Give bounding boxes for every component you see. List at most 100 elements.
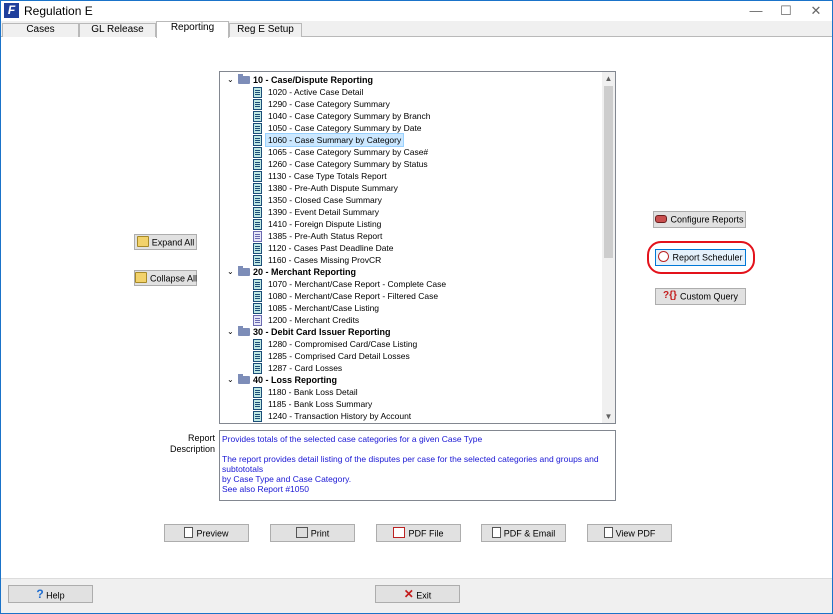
report-icon	[253, 147, 262, 158]
scroll-thumb[interactable]	[604, 86, 613, 258]
tree-item-label: 1350 - Closed Case Summary	[268, 195, 382, 205]
view-pdf-button[interactable]: View PDF	[587, 524, 672, 542]
clock-icon	[658, 251, 670, 263]
tree-item-label: 1060 - Case Summary by Category	[264, 133, 405, 147]
tree-item-label: 1160 - Cases Missing ProvCR	[268, 255, 382, 265]
report-icon	[253, 159, 262, 170]
tree-item[interactable]: 1280 - Compromised Card/Case Listing	[220, 338, 603, 350]
exit-button[interactable]: ✕ Exit	[375, 585, 460, 603]
custom-query-button[interactable]: ?{} Custom Query	[655, 288, 746, 305]
print-label: Print	[310, 528, 330, 539]
tab-reg-e-setup[interactable]: Reg E Setup	[229, 23, 302, 37]
help-button[interactable]: ? Help	[8, 585, 93, 603]
tree-item[interactable]: 1185 - Bank Loss Summary	[220, 398, 603, 410]
tree-item-label: 1385 - Pre-Auth Status Report	[268, 231, 383, 241]
tree-item-label: 1065 - Case Category Summary by Case#	[268, 147, 429, 157]
folder-open-icon	[136, 236, 149, 248]
report-icon	[253, 195, 262, 206]
document-icon	[253, 315, 262, 326]
tree-item[interactable]: 1410 - Foreign Dispute Listing	[220, 218, 603, 230]
tree-item[interactable]: 1020 - Active Case Detail	[220, 86, 603, 98]
tree-item[interactable]: 1050 - Case Category Summary by Date	[220, 122, 603, 134]
scroll-down-icon[interactable]: ▼	[602, 410, 615, 423]
tree-group[interactable]: ⌄ 10 - Case/Dispute Reporting	[220, 74, 603, 86]
configure-reports-label: Configure Reports	[670, 214, 744, 225]
tree-item[interactable]: 1200 - Merchant Credits	[220, 314, 603, 326]
tab-cases[interactable]: Cases	[2, 23, 79, 37]
folder-icon	[238, 266, 250, 276]
tab-bar: Cases GL Release Reporting Reg E Setup	[1, 21, 832, 38]
tree-item-label: 1185 - Bank Loss Summary	[268, 399, 373, 409]
tree-item[interactable]: 1290 - Case Category Summary	[220, 98, 603, 110]
tree-group-label: 40 - Loss Reporting	[253, 375, 338, 385]
scroll-up-icon[interactable]: ▲	[602, 72, 615, 85]
report-tree[interactable]: ⌄ 10 - Case/Dispute Reporting 1020 - Activ…	[219, 71, 616, 424]
tree-item[interactable]: 1285 - Comprised Card Detail Losses	[220, 350, 603, 362]
report-icon	[253, 351, 262, 362]
preview-button[interactable]: Preview	[164, 524, 249, 542]
tree-group[interactable]: ⌄ 20 - Merchant Reporting	[220, 266, 603, 278]
report-icon	[253, 387, 262, 398]
tree-item-label: 1130 - Case Type Totals Report	[268, 171, 387, 181]
print-button[interactable]: Print	[270, 524, 355, 542]
folder-icon	[238, 326, 250, 336]
tab-gl-release[interactable]: GL Release	[79, 23, 156, 37]
tree-item[interactable]: 1040 - Case Category Summary by Branch	[220, 110, 603, 122]
printer-icon	[295, 527, 308, 539]
collapse-toggle-icon[interactable]: ⌄	[227, 326, 234, 338]
pdf-file-button[interactable]: PDF File	[376, 524, 461, 542]
tree-item-label: 1260 - Case Category Summary by Status	[268, 159, 428, 169]
report-icon	[253, 111, 262, 122]
collapse-toggle-icon[interactable]: ⌄	[227, 374, 234, 386]
tree-scrollbar[interactable]: ▲ ▼	[602, 72, 615, 423]
collapse-toggle-icon[interactable]: ⌄	[227, 74, 234, 86]
tree-group[interactable]: ⌄ 30 - Debit Card Issuer Reporting	[220, 326, 603, 338]
tree-item[interactable]: 1160 - Cases Missing ProvCR	[220, 254, 603, 266]
report-icon	[253, 255, 262, 266]
expand-all-button[interactable]: Expand All	[134, 234, 197, 250]
tree-item[interactable]: 1120 - Cases Past Deadline Date	[220, 242, 603, 254]
tree-item-label: 1080 - Merchant/Case Report - Filtered C…	[268, 291, 439, 301]
minimize-button[interactable]: —	[741, 1, 771, 21]
tree-item-label: 1285 - Comprised Card Detail Losses	[268, 351, 410, 361]
close-button[interactable]: ✕	[801, 1, 831, 21]
collapse-all-button[interactable]: Collapse All	[134, 270, 197, 286]
collapse-all-label: Collapse All	[150, 273, 198, 284]
tree-item[interactable]: 1287 - Card Losses	[220, 362, 603, 374]
report-icon	[253, 99, 262, 110]
tree-item[interactable]: 1070 - Merchant/Case Report - Complete C…	[220, 278, 603, 290]
pdf-email-icon	[491, 527, 501, 539]
query-icon: ?{}	[663, 290, 677, 302]
folder-icon	[238, 374, 250, 384]
tree-item-label: 1290 - Case Category Summary	[268, 99, 390, 109]
tree-item[interactable]: 1060 - Case Summary by Category	[220, 133, 603, 147]
tree-item[interactable]: 1065 - Case Category Summary by Case#	[220, 146, 603, 158]
tree-item[interactable]: 1080 - Merchant/Case Report - Filtered C…	[220, 290, 603, 302]
report-icon	[253, 183, 262, 194]
tree-item[interactable]: 1180 - Bank Loss Detail	[220, 386, 603, 398]
description-detail-line1: The report provides detail listing of th…	[222, 454, 599, 474]
tree-group-label: 30 - Debit Card Issuer Reporting	[253, 327, 391, 337]
tree-item[interactable]: 1130 - Case Type Totals Report	[220, 170, 603, 182]
tree-item[interactable]: 1085 - Merchant/Case Listing	[220, 302, 603, 314]
report-icon	[253, 339, 262, 350]
tree-item[interactable]: 1240 - Transaction History by Account	[220, 410, 603, 422]
configure-reports-button[interactable]: Configure Reports	[653, 211, 746, 228]
collapse-toggle-icon[interactable]: ⌄	[227, 266, 234, 278]
report-scheduler-button[interactable]: Report Scheduler	[655, 249, 746, 266]
tree-item[interactable]: 1260 - Case Category Summary by Status	[220, 158, 603, 170]
tree-item[interactable]: 1380 - Pre-Auth Dispute Summary	[220, 182, 603, 194]
pdf-email-button[interactable]: PDF & Email	[481, 524, 566, 542]
tree-group[interactable]: ⌄ 40 - Loss Reporting	[220, 374, 603, 386]
title-bar[interactable]: F Regulation E — ☐ ✕	[1, 1, 832, 21]
tree-item[interactable]: 1350 - Closed Case Summary	[220, 194, 603, 206]
exit-label: Exit	[416, 590, 432, 601]
pdf-email-label: PDF & Email	[503, 528, 556, 539]
preview-label: Preview	[196, 528, 229, 539]
maximize-button[interactable]: ☐	[771, 1, 801, 21]
tree-group-label: 10 - Case/Dispute Reporting	[253, 75, 374, 85]
tree-item[interactable]: 1385 - Pre-Auth Status Report	[220, 230, 603, 242]
report-tree-list: ⌄ 10 - Case/Dispute Reporting 1020 - Activ…	[220, 72, 603, 423]
tree-item[interactable]: 1390 - Event Detail Summary	[220, 206, 603, 218]
tab-reporting[interactable]: Reporting	[156, 21, 229, 38]
